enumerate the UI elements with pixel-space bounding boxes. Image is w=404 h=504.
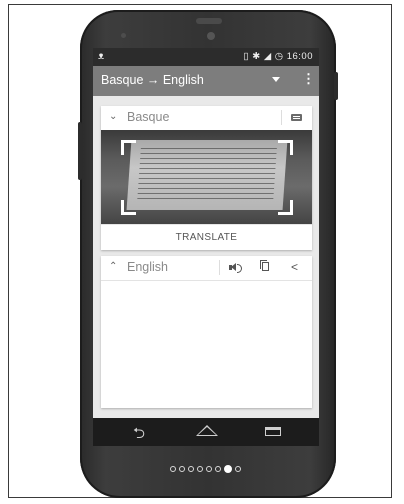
- book-page-image: [126, 140, 288, 210]
- proximity-sensor: [121, 33, 126, 38]
- source-card: ⌄ Basque TRANSLATE: [101, 106, 312, 250]
- book-text-lines: [137, 148, 277, 202]
- overflow-menu-icon[interactable]: ⋮: [302, 72, 315, 85]
- keyboard-icon[interactable]: [291, 114, 302, 121]
- back-icon[interactable]: ⮌: [133, 423, 145, 448]
- source-language-label[interactable]: Basque: [127, 110, 169, 124]
- crop-corner-top-right[interactable]: [278, 140, 293, 155]
- source-card-header: ⌄ Basque: [101, 106, 312, 131]
- page-dot[interactable]: [179, 466, 185, 472]
- cat-icon: ᴥ: [98, 51, 105, 62]
- target-language-label[interactable]: English: [127, 260, 168, 274]
- app-title: Basque → English: [101, 73, 204, 87]
- header-divider: [219, 260, 220, 275]
- app-bar: Basque → English ⋮: [93, 66, 319, 96]
- home-icon[interactable]: [196, 425, 218, 436]
- volume-button: [78, 122, 82, 180]
- page-dot[interactable]: [206, 466, 212, 472]
- page-dot[interactable]: [197, 466, 203, 472]
- navigation-bar: ⮌: [93, 418, 319, 446]
- power-button: [334, 72, 338, 100]
- status-glyphs: ▯ ✱ ◢ ◷: [243, 51, 287, 62]
- page-dot[interactable]: [170, 466, 176, 472]
- crop-corner-bottom-right[interactable]: [278, 200, 293, 215]
- dropdown-arrow-icon[interactable]: [272, 77, 280, 82]
- crop-corner-top-left[interactable]: [121, 140, 136, 155]
- share-icon[interactable]: <: [291, 260, 298, 274]
- page-dot[interactable]: [215, 466, 221, 472]
- header-divider: [281, 110, 282, 125]
- status-bar: ᴥ ▯ ✱ ◢ ◷ 16:00: [93, 48, 319, 66]
- recent-apps-icon[interactable]: [265, 427, 281, 436]
- phone-screen: ᴥ ▯ ✱ ◢ ◷ 16:00 Basque → English ⋮ ⌄ Bas…: [93, 48, 319, 418]
- camera-viewfinder[interactable]: [101, 130, 312, 224]
- chevron-up-icon[interactable]: ⌃: [109, 261, 117, 272]
- crop-corner-bottom-left[interactable]: [121, 200, 136, 215]
- earpiece-speaker: [196, 18, 222, 24]
- target-card-header: ⌃ English <: [101, 256, 312, 281]
- target-card: ⌃ English <: [101, 256, 312, 408]
- page-dot[interactable]: [188, 466, 194, 472]
- page-indicator: [170, 465, 241, 476]
- front-camera: [207, 32, 215, 40]
- translate-button[interactable]: TRANSLATE: [101, 224, 312, 251]
- copy-icon[interactable]: [260, 260, 269, 271]
- chevron-down-icon[interactable]: ⌄: [109, 111, 117, 122]
- page-dot[interactable]: [224, 465, 232, 473]
- status-time: 16:00: [286, 51, 313, 62]
- status-icons: ▯ ✱ ◢ ◷ 16:00: [243, 51, 313, 62]
- page-dot[interactable]: [235, 466, 241, 472]
